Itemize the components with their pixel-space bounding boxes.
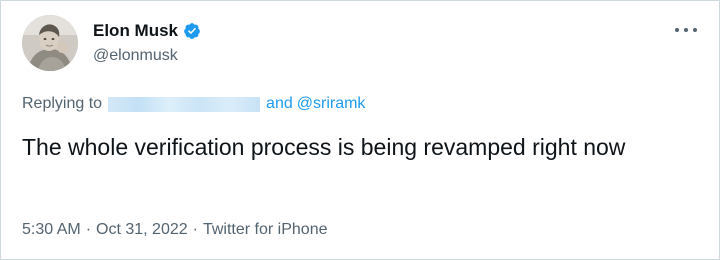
- verified-badge-icon: [184, 23, 200, 39]
- author-name-row: Elon Musk: [93, 20, 201, 42]
- avatar-image: [22, 15, 78, 71]
- redacted-handle: [108, 96, 261, 112]
- tweet-card: Elon Musk @elonmusk Replying to and @sri…: [0, 0, 720, 260]
- avatar[interactable]: [22, 15, 78, 71]
- tweet-time[interactable]: 5:30 AM: [22, 220, 81, 240]
- reply-mention-link[interactable]: @sriramk: [297, 94, 366, 114]
- meta-separator: ·: [85, 221, 92, 238]
- tweet-text: The whole verification process is being …: [22, 134, 626, 160]
- reply-conjunction: and: [266, 95, 293, 112]
- reply-context: Replying to and @sriramk: [22, 94, 365, 114]
- more-options-button[interactable]: [675, 23, 697, 37]
- author-name[interactable]: Elon Musk: [93, 20, 178, 42]
- replying-to-label: Replying to: [22, 95, 103, 112]
- tweet-meta: 5:30 AM · Oct 31, 2022 · Twitter for iPh…: [22, 220, 327, 240]
- tweet-source[interactable]: Twitter for iPhone: [203, 220, 328, 240]
- meta-separator: ·: [192, 221, 198, 238]
- tweet-date[interactable]: Oct 31, 2022: [96, 220, 188, 240]
- more-horizontal-icon: [693, 28, 697, 32]
- more-horizontal-icon: [675, 28, 679, 32]
- author-handle[interactable]: @elonmusk: [93, 46, 178, 66]
- more-horizontal-icon: [684, 28, 688, 32]
